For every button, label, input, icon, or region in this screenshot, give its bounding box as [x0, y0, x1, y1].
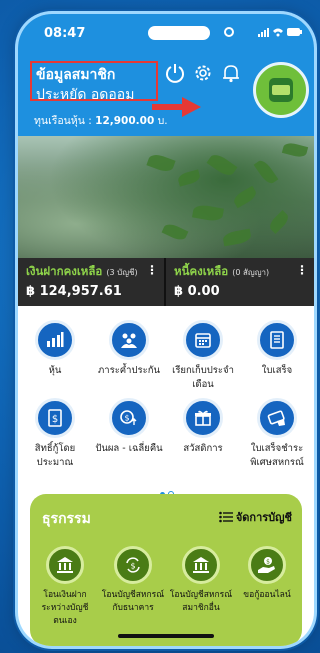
signal-wifi-battery-icon: [258, 28, 302, 37]
bank-icon: [182, 546, 220, 584]
home-indicator[interactable]: [118, 634, 214, 638]
menu-label: ใบเสร็จชำระพิเศษสหกรณ์: [250, 443, 304, 468]
menu-label: ปันผล - เฉลี่ยคืน: [95, 443, 163, 454]
bank-transfer-icon: [46, 546, 84, 584]
status-icons: [258, 26, 302, 41]
deposit-amount: ฿ 124,957.61: [26, 284, 122, 299]
transaction-label: ขอกู้ออนไลน์: [243, 590, 291, 600]
card-icon: [257, 398, 297, 438]
loan-hand-icon: $: [248, 546, 286, 584]
deposit-balance-card[interactable]: เงินฝากคงเหลือ (3 บัญชี) ฿ 124,957.61 ⋮: [18, 258, 166, 306]
menu-item-guarantee[interactable]: ภาระค้ำประกัน: [92, 320, 166, 378]
dividend-icon: $: [109, 398, 149, 438]
transaction-own-transfer[interactable]: โอนเงินฝากระหว่างบัญชีตนเอง: [32, 546, 98, 628]
calendar-icon: [183, 320, 223, 360]
menu-item-monthly-billing[interactable]: เรียกเก็บประจำเดือน: [166, 320, 240, 392]
transaction-title: ธุรกรรม: [42, 511, 91, 527]
avatar[interactable]: [253, 62, 309, 118]
svg-text:$: $: [130, 562, 135, 571]
gear-icon[interactable]: [192, 62, 214, 84]
share-capital: ทุนเรือนหุ้น : 12,900.00 บ.: [34, 112, 168, 129]
manage-label: จัดการบัญชี: [235, 511, 292, 524]
menu-label: ใบเสร็จ: [261, 365, 293, 376]
share-label: ทุนเรือนหุ้น :: [34, 115, 92, 127]
red-arrow-icon: [152, 97, 201, 117]
gift-icon: [183, 398, 223, 438]
page-title: ข้อมูลสมาชิก: [36, 67, 116, 83]
chart-icon: [35, 320, 75, 360]
transaction-online-loan[interactable]: $ ขอกู้ออนไลน์: [234, 546, 300, 602]
account-summary: เงินฝากคงเหลือ (3 บัญชี) ฿ 124,957.61 ⋮ …: [18, 258, 314, 306]
bell-icon[interactable]: [220, 62, 242, 84]
loan-label: หนี้คงเหลือ: [174, 264, 229, 278]
menu-label: ภาระค้ำประกัน: [98, 365, 160, 376]
menu-label: สวัสดิการ: [183, 443, 223, 454]
menu-item-welfare[interactable]: สวัสดิการ: [166, 398, 240, 456]
svg-text:$: $: [52, 414, 58, 425]
transaction-label: โอนบัญชีสหกรณ์สมาชิกอื่น: [169, 590, 233, 613]
list-icon: [219, 511, 233, 526]
phone-frame: 08:47 ข้อมูลสมาชิก ประหยัด อดออม ทุนเรือ…: [18, 14, 314, 646]
share-value: 12,900.00: [95, 115, 155, 127]
menu-item-loan-eligibility[interactable]: $ สิทธิ์กู้โดยประมาณ: [18, 398, 92, 470]
loan-balance-card[interactable]: หนี้คงเหลือ (0 สัญญา) ฿ 0.00 ⋮: [166, 258, 314, 306]
status-bar: 08:47: [18, 14, 314, 46]
receipt-icon: [257, 320, 297, 360]
menu-item-receipt[interactable]: ใบเสร็จ: [240, 320, 314, 378]
menu-grid: หุ้น ภาระค้ำประกัน เรียกเก็บประจำเดือน ใ…: [18, 306, 314, 497]
people-icon: [109, 320, 149, 360]
svg-text:$: $: [266, 559, 270, 566]
menu-item-special-receipt[interactable]: ใบเสร็จชำระพิเศษสหกรณ์: [240, 398, 314, 470]
member-name: ประหยัด อดออม: [36, 87, 135, 103]
status-time: 08:47: [44, 26, 86, 41]
loan-amount: ฿ 0.00: [174, 284, 220, 299]
exchange-icon: $: [114, 546, 152, 584]
more-vert-icon[interactable]: ⋮: [296, 263, 308, 277]
transaction-other-member[interactable]: โอนบัญชีสหกรณ์สมาชิกอื่น: [168, 546, 234, 615]
notch: [148, 26, 210, 40]
power-icon[interactable]: [164, 62, 186, 84]
document-dollar-icon: $: [35, 398, 75, 438]
transaction-label: โอนเงินฝากระหว่างบัญชีตนเอง: [41, 590, 89, 626]
menu-label: เรียกเก็บประจำเดือน: [172, 365, 234, 390]
transaction-panel: ธุรกรรม จัดการบัญชี โอนเงินฝากระหว่างบัญ…: [30, 494, 302, 646]
deposit-label: เงินฝากคงเหลือ: [26, 264, 103, 278]
more-vert-icon[interactable]: ⋮: [146, 263, 158, 277]
menu-item-dividend[interactable]: $ ปันผล - เฉลี่ยคืน: [92, 398, 166, 456]
manage-accounts-button[interactable]: จัดการบัญชี: [219, 508, 292, 526]
transaction-label: โอนบัญชีสหกรณ์กับธนาคาร: [101, 590, 165, 613]
menu-item-share[interactable]: หุ้น: [18, 320, 92, 378]
menu-label: หุ้น: [48, 365, 62, 376]
loan-count: (0 สัญญา): [232, 268, 270, 277]
deposit-count: (3 บัญชี): [106, 268, 138, 277]
avatar-logo-icon: [269, 78, 293, 102]
svg-text:$: $: [124, 414, 129, 423]
transaction-coop-bank[interactable]: $ โอนบัญชีสหกรณ์กับธนาคาร: [100, 546, 166, 615]
camera-dot: [224, 27, 234, 37]
header: 08:47 ข้อมูลสมาชิก ประหยัด อดออม ทุนเรือ…: [18, 14, 314, 136]
menu-label: สิทธิ์กู้โดยประมาณ: [34, 443, 76, 468]
